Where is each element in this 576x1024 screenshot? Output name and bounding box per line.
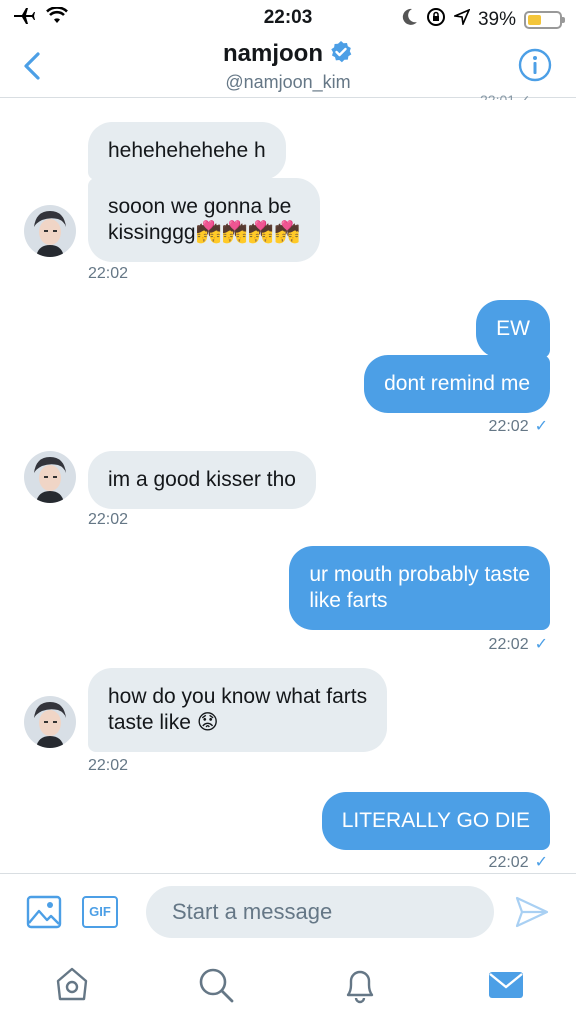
message-bubble-incoming[interactable]: hehehehehehe h [88, 122, 286, 180]
message-bubble-incoming[interactable]: sooon we gonna be kissinggg💏💏💏💏 [88, 178, 321, 262]
conversation-header: namjoon @namjoon_kim [0, 34, 576, 98]
message-input[interactable] [146, 886, 494, 938]
message-bubble-outgoing[interactable]: ur mouth probably taste like farts [289, 546, 550, 630]
message-timestamp: 22:02 [88, 757, 129, 774]
message-bubble-outgoing[interactable]: dont remind me [364, 355, 550, 413]
message-bubble-outgoing[interactable]: LITERALLY GO DIE [321, 792, 550, 850]
image-icon[interactable] [26, 894, 62, 930]
battery-percent: 39% [477, 9, 516, 30]
message-timestamp: 22:02 [88, 265, 129, 282]
message-bubble-outgoing[interactable]: EW [476, 300, 550, 358]
battery-icon [524, 11, 565, 29]
avatar[interactable] [24, 696, 76, 748]
contact-handle: @namjoon_kim [225, 72, 351, 92]
message-timestamp-read: 22:02 ✓ [488, 636, 548, 653]
home-icon[interactable] [52, 965, 92, 1005]
status-bar: 22:03 39% [0, 0, 576, 34]
message-bubble-incoming[interactable]: how do you know what farts taste like 😟 [88, 668, 388, 752]
avatar[interactable] [24, 205, 76, 257]
conversation-title[interactable]: namjoon [0, 40, 576, 71]
message-timestamp-read: 22:02 ✓ [488, 418, 548, 435]
gif-icon[interactable]: GIF [82, 896, 118, 928]
message-composer: GIF [0, 873, 576, 949]
moon-icon [402, 8, 418, 32]
read-check-icon: ✓ [534, 418, 548, 435]
previous-timestamp: 22:01 ✓ [480, 92, 531, 100]
message-timestamp-read: 22:02 ✓ [488, 854, 548, 871]
location-icon [452, 8, 471, 31]
notifications-icon[interactable] [340, 965, 380, 1005]
verified-badge-icon [329, 40, 353, 71]
contact-name: namjoon [223, 40, 323, 67]
messages-icon[interactable] [486, 965, 526, 1005]
rotation-lock-icon [426, 7, 446, 33]
message-timestamp: 22:02 [88, 511, 129, 528]
read-check-icon: ✓ [534, 854, 548, 871]
tab-bar [0, 949, 576, 1024]
send-icon[interactable] [514, 894, 550, 930]
read-check-icon: ✓ [534, 636, 548, 653]
avatar[interactable] [24, 451, 76, 503]
info-icon[interactable] [518, 48, 552, 82]
message-bubble-incoming[interactable]: im a good kisser tho [88, 451, 316, 509]
search-icon[interactable] [196, 965, 236, 1005]
